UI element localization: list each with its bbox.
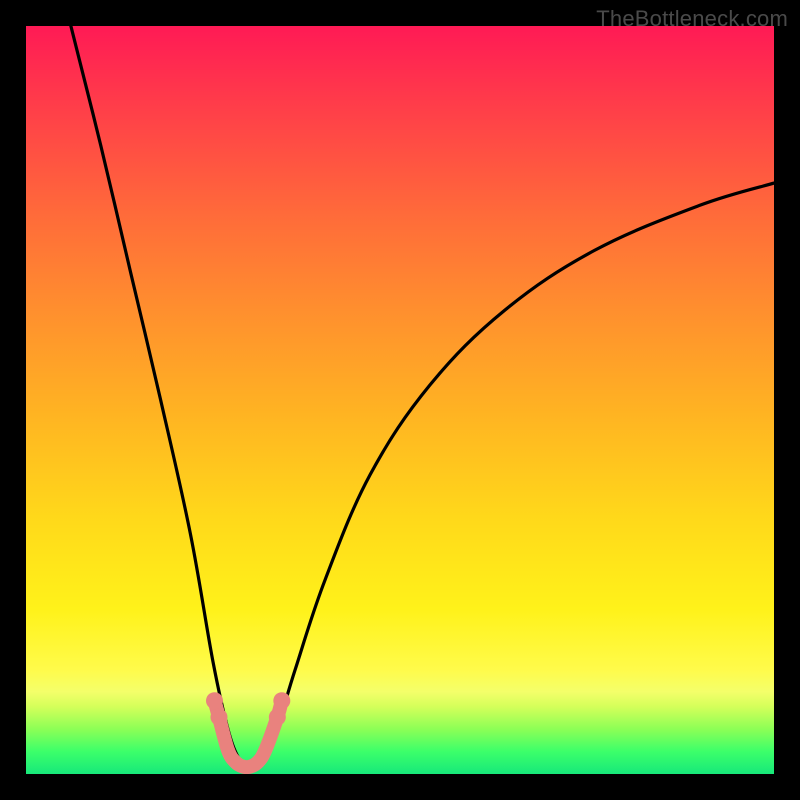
chart-frame: TheBottleneck.com <box>0 0 800 800</box>
chart-plot-area <box>26 26 774 774</box>
curve-group <box>71 26 774 770</box>
trough-dot <box>206 692 223 709</box>
watermark-text: TheBottleneck.com <box>596 6 788 32</box>
trough-dot <box>269 709 286 726</box>
trough-dot <box>273 692 290 709</box>
chart-svg <box>26 26 774 774</box>
trough-dot <box>210 709 227 726</box>
trough-markers <box>206 692 290 767</box>
bottleneck-curve <box>71 26 774 770</box>
